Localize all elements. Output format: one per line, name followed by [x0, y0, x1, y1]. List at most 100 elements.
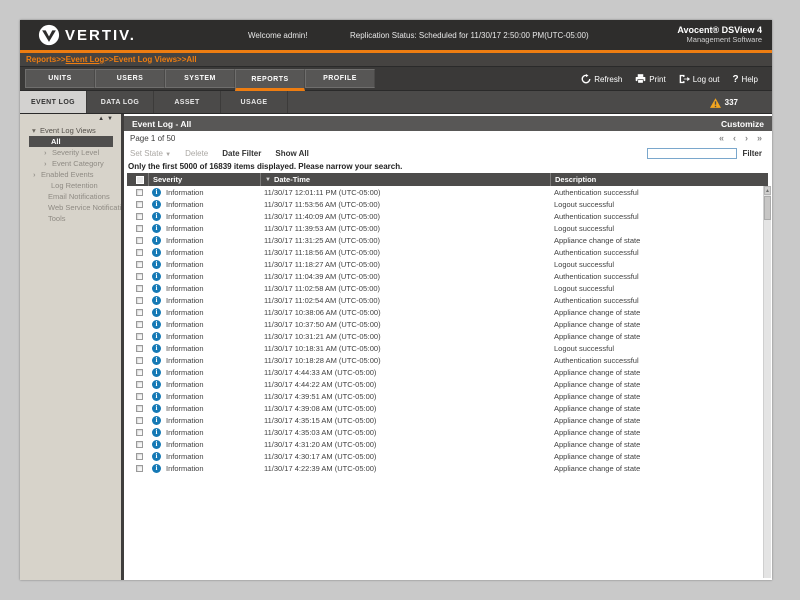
row-checkbox[interactable]	[136, 393, 143, 400]
table-row[interactable]: iInformation 11/30/17 11:02:58 AM (UTC-0…	[127, 282, 768, 294]
table-row[interactable]: iInformation 11/30/17 11:53:56 AM (UTC-0…	[127, 198, 768, 210]
table-row[interactable]: iInformation 11/30/17 4:35:03 AM (UTC-05…	[127, 426, 768, 438]
scrollbar-thumb[interactable]	[764, 196, 771, 220]
show-all-button[interactable]: Show All	[275, 149, 308, 158]
row-checkbox[interactable]	[136, 261, 143, 268]
refresh-button[interactable]: Refresh	[581, 74, 622, 84]
alert-badge[interactable]: 337	[710, 91, 738, 114]
row-checkbox[interactable]	[136, 285, 143, 292]
tree-caret-icon[interactable]: ›	[44, 147, 52, 158]
primary-tab[interactable]: PROFILE	[305, 69, 375, 88]
pagination-arrow[interactable]: ›	[745, 133, 748, 143]
pagination-arrow[interactable]: ‹	[733, 133, 736, 143]
secondary-tab-bar: EVENT LOG DATA LOG ASSET USAGE 337	[20, 91, 772, 114]
table-row[interactable]: iInformation 11/30/17 11:18:56 AM (UTC-0…	[127, 246, 768, 258]
sidebar-tree-item[interactable]: Email Notifications	[20, 191, 121, 202]
table-row[interactable]: iInformation 11/30/17 11:40:09 AM (UTC-0…	[127, 210, 768, 222]
row-checkbox[interactable]	[136, 453, 143, 460]
table-row[interactable]: iInformation 11/30/17 10:18:31 AM (UTC-0…	[127, 342, 768, 354]
row-checkbox[interactable]	[136, 225, 143, 232]
pagination-arrow[interactable]: «	[719, 133, 724, 143]
secondary-tab[interactable]: EVENT LOG	[20, 91, 87, 113]
sidebar-tree-item[interactable]: Log Retention	[20, 180, 121, 191]
row-checkbox[interactable]	[136, 357, 143, 364]
primary-tab[interactable]: REPORTS	[235, 69, 305, 91]
table-row[interactable]: iInformation 11/30/17 4:44:22 AM (UTC-05…	[127, 378, 768, 390]
row-checkbox[interactable]	[136, 213, 143, 220]
tree-caret-icon[interactable]: ›	[44, 158, 52, 169]
table-row[interactable]: iInformation 11/30/17 10:18:28 AM (UTC-0…	[127, 354, 768, 366]
table-row[interactable]: iInformation 11/30/17 4:44:33 AM (UTC-05…	[127, 366, 768, 378]
row-checkbox[interactable]	[136, 333, 143, 340]
column-header-severity[interactable]: Severity	[148, 173, 260, 186]
select-all-checkbox[interactable]	[127, 173, 148, 186]
secondary-tab[interactable]: USAGE	[221, 91, 288, 113]
table-row[interactable]: iInformation 11/30/17 11:02:54 AM (UTC-0…	[127, 294, 768, 306]
sidebar-tree-item[interactable]: ›Severity Level	[20, 147, 121, 158]
table-row[interactable]: iInformation 11/30/17 4:30:17 AM (UTC-05…	[127, 450, 768, 462]
sidebar-tree-item[interactable]: Web Service Notifications	[20, 202, 121, 213]
table-row[interactable]: iInformation 11/30/17 11:39:53 AM (UTC-0…	[127, 222, 768, 234]
row-checkbox[interactable]	[136, 321, 143, 328]
sidebar-tree-item[interactable]: Tools	[20, 213, 121, 224]
row-checkbox[interactable]	[136, 465, 143, 472]
primary-tab[interactable]: UNITS	[25, 69, 95, 88]
logout-button[interactable]: Log out	[679, 74, 720, 84]
help-button[interactable]: ? Help	[732, 74, 758, 85]
print-button[interactable]: Print	[635, 74, 665, 84]
table-row[interactable]: iInformation 11/30/17 4:35:15 AM (UTC-05…	[127, 414, 768, 426]
table-scrollbar[interactable]: ▲	[763, 186, 771, 578]
row-checkbox[interactable]	[136, 381, 143, 388]
table-row[interactable]: iInformation 11/30/17 10:38:06 AM (UTC-0…	[127, 306, 768, 318]
date-filter-button[interactable]: Date Filter	[222, 149, 261, 158]
row-checkbox[interactable]	[136, 441, 143, 448]
row-checkbox[interactable]	[136, 369, 143, 376]
table-row[interactable]: iInformation 11/30/17 11:18:27 AM (UTC-0…	[127, 258, 768, 270]
customize-link[interactable]: Customize	[721, 119, 764, 129]
table-row[interactable]: iInformation 11/30/17 4:39:08 AM (UTC-05…	[127, 402, 768, 414]
row-checkbox[interactable]	[136, 405, 143, 412]
column-header-datetime[interactable]: ▼Date-Time	[260, 173, 550, 186]
row-checkbox[interactable]	[136, 417, 143, 424]
pagination: « ‹ › »	[719, 133, 762, 143]
table-row[interactable]: iInformation 11/30/17 11:04:39 AM (UTC-0…	[127, 270, 768, 282]
row-checkbox[interactable]	[136, 249, 143, 256]
sidebar-scroll-arrows[interactable]: ▲▼	[98, 116, 116, 122]
row-checkbox[interactable]	[136, 273, 143, 280]
delete-button[interactable]: Delete	[185, 149, 208, 158]
row-checkbox[interactable]	[136, 189, 143, 196]
tree-caret-icon[interactable]: ▾	[32, 125, 40, 136]
sidebar-tree-item[interactable]: All	[29, 136, 113, 147]
row-checkbox[interactable]	[136, 429, 143, 436]
sidebar-tree-item[interactable]: ›Enabled Events	[20, 169, 121, 180]
table-row[interactable]: iInformation 11/30/17 4:39:51 AM (UTC-05…	[127, 390, 768, 402]
primary-tab[interactable]: SYSTEM	[165, 69, 235, 88]
pagination-arrow[interactable]: »	[757, 133, 762, 143]
filter-input[interactable]	[647, 148, 737, 159]
table-row[interactable]: iInformation 11/30/17 4:22:39 AM (UTC-05…	[127, 462, 768, 474]
row-checkbox[interactable]	[136, 297, 143, 304]
scrollbar-up-icon[interactable]: ▲	[764, 186, 771, 195]
primary-tab[interactable]: USERS	[95, 69, 165, 88]
secondary-tab[interactable]: DATA LOG	[87, 91, 154, 113]
row-checkbox[interactable]	[136, 237, 143, 244]
sidebar-tree-item[interactable]: ▾Event Log Views	[20, 125, 121, 136]
row-checkbox[interactable]	[136, 201, 143, 208]
scroll-up-icon[interactable]: ▲	[98, 116, 107, 122]
row-checkbox[interactable]	[136, 309, 143, 316]
table-row[interactable]: iInformation 11/30/17 10:37:50 AM (UTC-0…	[127, 318, 768, 330]
scroll-down-icon[interactable]: ▼	[107, 116, 116, 122]
table-row[interactable]: iInformation 11/30/17 4:31:20 AM (UTC-05…	[127, 438, 768, 450]
table-row[interactable]: iInformation 11/30/17 11:31:25 AM (UTC-0…	[127, 234, 768, 246]
set-state-button[interactable]: Set State ▼	[130, 149, 171, 158]
table-row[interactable]: iInformation 11/30/17 10:31:21 AM (UTC-0…	[127, 330, 768, 342]
secondary-tab[interactable]: ASSET	[154, 91, 221, 113]
breadcrumb-prefix: Reports>>	[26, 55, 66, 64]
row-checkbox[interactable]	[136, 345, 143, 352]
tree-caret-icon[interactable]: ›	[33, 169, 41, 180]
column-header-description[interactable]: Description	[550, 173, 768, 186]
alert-count: 337	[725, 98, 738, 107]
sidebar-tree-item[interactable]: ›Event Category	[20, 158, 121, 169]
table-row[interactable]: iInformation 11/30/17 12:01:11 PM (UTC-0…	[127, 186, 768, 198]
breadcrumb-link-event-log[interactable]: Event Log	[66, 55, 105, 64]
